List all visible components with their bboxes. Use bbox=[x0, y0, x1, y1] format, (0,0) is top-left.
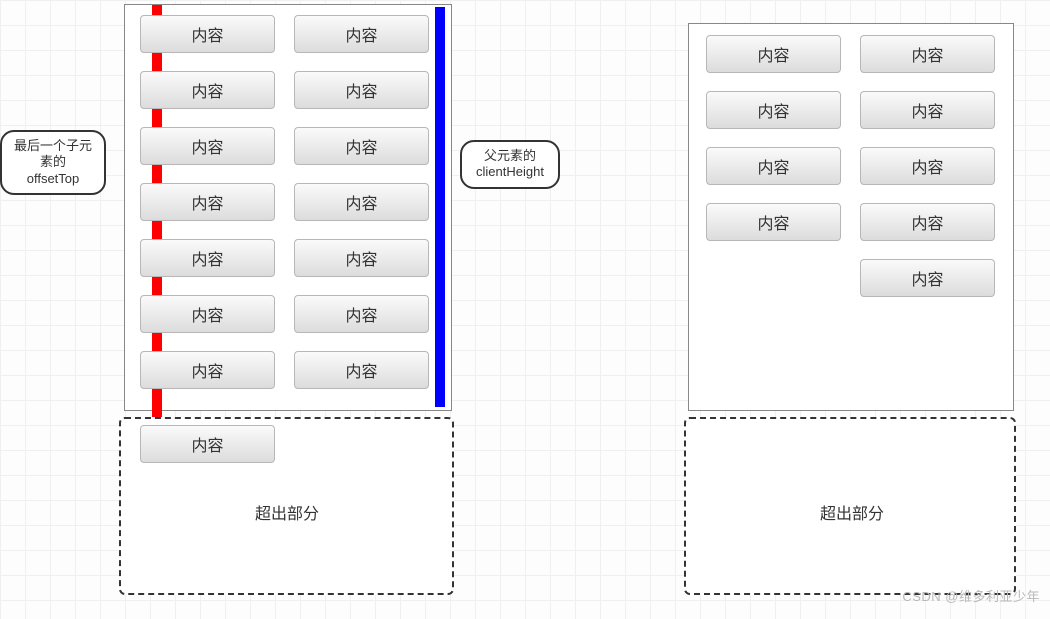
left-colA-item-3[interactable]: 内容 bbox=[140, 183, 275, 221]
left-colB-item-3[interactable]: 内容 bbox=[294, 183, 429, 221]
left-colB-item-5[interactable]: 内容 bbox=[294, 295, 429, 333]
blue-clientheight-bar bbox=[435, 7, 445, 407]
right-colB-item-0[interactable]: 内容 bbox=[860, 35, 995, 73]
callout-clientheight: 父元素的 clientHeight bbox=[460, 140, 560, 189]
left-overflow-label: 超出部分 bbox=[255, 500, 319, 524]
watermark-text: CSDN @维多利亚少年 bbox=[902, 586, 1040, 605]
left-overflow-item[interactable]: 内容 bbox=[140, 425, 275, 463]
left-colA-item-6[interactable]: 内容 bbox=[140, 351, 275, 389]
right-colB-item-2[interactable]: 内容 bbox=[860, 147, 995, 185]
left-colA-item-1[interactable]: 内容 bbox=[140, 71, 275, 109]
left-colB-item-2[interactable]: 内容 bbox=[294, 127, 429, 165]
left-colA-item-0[interactable]: 内容 bbox=[140, 15, 275, 53]
right-colA-item-3[interactable]: 内容 bbox=[706, 203, 841, 241]
left-colB-item-0[interactable]: 内容 bbox=[294, 15, 429, 53]
left-colB-item-1[interactable]: 内容 bbox=[294, 71, 429, 109]
callout-offsettop: 最后一个子元 素的 offsetTop bbox=[0, 130, 106, 195]
right-colB-item-4[interactable]: 内容 bbox=[860, 259, 995, 297]
right-colB-item-3[interactable]: 内容 bbox=[860, 203, 995, 241]
right-colA-item-1[interactable]: 内容 bbox=[706, 91, 841, 129]
left-colA-item-2[interactable]: 内容 bbox=[140, 127, 275, 165]
right-overflow-label: 超出部分 bbox=[820, 500, 884, 524]
left-colA-item-4[interactable]: 内容 bbox=[140, 239, 275, 277]
left-colB-item-6[interactable]: 内容 bbox=[294, 351, 429, 389]
right-colA-item-2[interactable]: 内容 bbox=[706, 147, 841, 185]
right-colA-item-0[interactable]: 内容 bbox=[706, 35, 841, 73]
left-colA-item-5[interactable]: 内容 bbox=[140, 295, 275, 333]
left-colB-item-4[interactable]: 内容 bbox=[294, 239, 429, 277]
right-colB-item-1[interactable]: 内容 bbox=[860, 91, 995, 129]
